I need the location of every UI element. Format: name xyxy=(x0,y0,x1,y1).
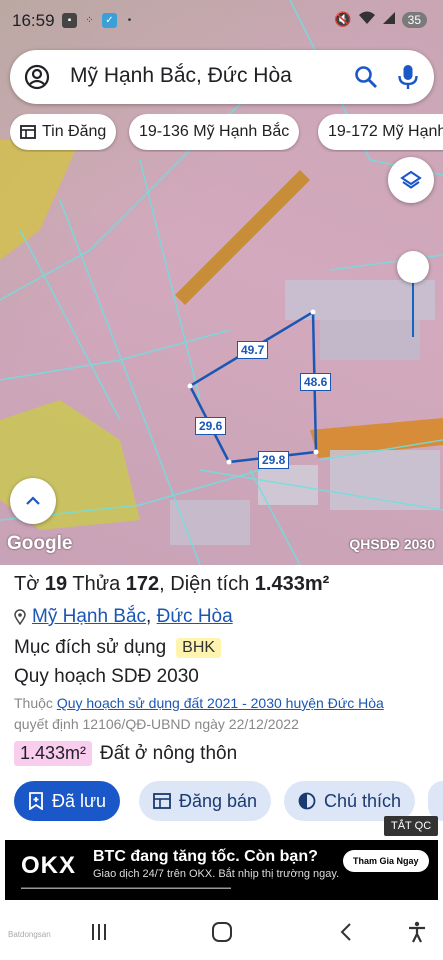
opacity-slider-track[interactable] xyxy=(412,275,414,337)
ad-subtitle: Giao dịch 24/7 trên OKX. Bắt nhịp thị tr… xyxy=(93,868,340,880)
chevron-up-icon xyxy=(26,496,40,505)
saved-button[interactable]: Đã lưu xyxy=(14,781,121,821)
chip-label: 19-136 Mỹ Hạnh Bắc xyxy=(139,123,290,140)
plot-number: 172 xyxy=(125,573,160,595)
parcel-edge-label: 48.6 xyxy=(300,373,332,391)
plot-prefix: Thửa xyxy=(72,573,121,595)
plan-link[interactable]: Quy hoạch sử dụng đất 2021 - 2030 huyện … xyxy=(57,695,384,711)
chip-label: Tin Đăng xyxy=(42,123,107,140)
parcel-edge-label: 29.6 xyxy=(195,417,227,435)
zone-type: Đất ở nông thôn xyxy=(100,742,238,764)
commune-link[interactable]: Mỹ Hạnh Bắc xyxy=(32,606,146,627)
ad-cta-button[interactable]: Tham Gia Ngay xyxy=(343,850,429,872)
plan-title: Quy hoạch SDĐ 2030 xyxy=(14,666,199,687)
purpose-label: Mục đích sử dụng xyxy=(14,637,167,658)
accessibility-icon[interactable] xyxy=(405,920,429,944)
sheet-number: 19 xyxy=(44,573,68,595)
sheet-prefix: Tờ xyxy=(14,573,40,595)
zone-row: 1.433m² Đất ở nông thôn xyxy=(14,741,237,766)
filter-chips: Tin Đăng 19-136 Mỹ Hạnh Bắc 19-172 Mỹ Hạ… xyxy=(10,114,443,152)
parcel-edge-label: 29.8 xyxy=(258,451,290,469)
post-sale-button[interactable]: Đăng bán xyxy=(139,781,272,821)
chip-label: 19-172 Mỹ Hạnh Bắc xyxy=(328,123,443,140)
legend-label: Chú thích xyxy=(324,790,402,811)
saved-label: Đã lưu xyxy=(52,790,107,811)
plan-decision: quyết định 12106/QĐ-UBND ngày 22/12/2022 xyxy=(14,716,299,732)
zone-area-badge: 1.433m² xyxy=(14,741,93,766)
status-time: 16:59 xyxy=(12,11,55,30)
more-button[interactable] xyxy=(428,781,443,821)
back-icon[interactable] xyxy=(335,920,359,944)
map-layer-code: QHSDĐ 2030 xyxy=(349,536,435,552)
ad-banner[interactable]: OKX BTC đang tăng tốc. Còn bạn? Giao dịc… xyxy=(5,840,438,900)
layers-button[interactable] xyxy=(388,157,434,203)
table-icon xyxy=(153,793,171,809)
recent-apps-icon[interactable] xyxy=(87,920,111,944)
legend-button[interactable]: Chú thích xyxy=(284,781,416,821)
search-input[interactable]: Mỹ Hạnh Bắc, Đức Hòa xyxy=(70,64,292,88)
post-sale-label: Đăng bán xyxy=(179,790,258,811)
notification-icons: ▪ ⁘ ✓ • xyxy=(62,13,137,28)
wifi-icon xyxy=(358,11,376,28)
chip-parcel[interactable]: 19-136 Mỹ Hạnh Bắc xyxy=(129,114,300,150)
close-ads-button[interactable]: TẮT QC xyxy=(384,816,439,836)
watermark: Batdongsan xyxy=(8,930,51,939)
dot-icon: • xyxy=(127,15,132,26)
ad-fine-print: ▬▬▬▬▬▬▬▬▬▬▬▬▬▬▬▬▬▬▬▬▬▬▬▬▬▬▬▬▬▬▬▬▬▬▬▬▬▬▬▬… xyxy=(21,885,231,891)
ad-title: BTC đang tăng tốc. Còn bạn? xyxy=(93,848,318,865)
location-separator: , xyxy=(146,606,152,627)
plan-prefix: Thuộc xyxy=(14,695,53,711)
battery-indicator: 35 xyxy=(401,11,427,28)
purpose-code-badge: BHK xyxy=(176,638,222,658)
account-icon[interactable] xyxy=(24,64,50,90)
check-notification-icon: ✓ xyxy=(102,13,117,28)
bookmark-add-icon xyxy=(29,792,43,810)
location-pin-icon xyxy=(14,609,26,625)
parcel-edge-label: 49.7 xyxy=(237,341,269,359)
ad-logo: OKX xyxy=(21,852,77,879)
map-view[interactable]: 49.7 48.6 29.6 29.8 16:59 ▪ ⁘ ✓ • 🔇 35 M… xyxy=(0,0,443,565)
parcel-summary: Tờ 19 Thửa 172, Diện tích 1.433m² xyxy=(14,573,329,596)
expand-panel-button[interactable] xyxy=(10,478,56,524)
search-bar[interactable]: Mỹ Hạnh Bắc, Đức Hòa xyxy=(10,50,434,104)
status-bar: 16:59 ▪ ⁘ ✓ • 🔇 35 xyxy=(0,0,443,44)
chip-parcel[interactable]: 19-172 Mỹ Hạnh Bắc xyxy=(318,114,443,150)
layers-icon xyxy=(400,170,422,189)
chip-listings[interactable]: Tin Đăng xyxy=(10,114,117,150)
parcel-location: Mỹ Hạnh Bắc, Đức Hòa xyxy=(14,606,233,628)
search-icon[interactable] xyxy=(353,64,379,90)
district-link[interactable]: Đức Hòa xyxy=(157,606,233,627)
parcel-info-panel: Tờ 19 Thửa 172, Diện tích 1.433m² Mỹ Hạn… xyxy=(0,565,443,840)
app-notification-icon: ▪ xyxy=(62,13,77,28)
microphone-icon[interactable] xyxy=(395,63,421,91)
mute-icon: 🔇 xyxy=(334,11,352,27)
land-use-purpose: Mục đích sử dụng BHK xyxy=(14,637,222,659)
system-nav-bar xyxy=(0,904,443,960)
parcel-area: 1.433m² xyxy=(254,573,330,595)
signal-icon xyxy=(382,11,396,28)
plan-reference: Thuộc Quy hoạch sử dụng đất 2021 - 2030 … xyxy=(14,695,434,711)
google-logo: Google xyxy=(7,533,73,554)
area-prefix: , Diện tích xyxy=(159,573,250,595)
opacity-slider-handle[interactable] xyxy=(397,251,429,283)
table-icon xyxy=(20,125,36,139)
system-status: 🔇 35 xyxy=(334,11,427,28)
contrast-icon xyxy=(298,792,316,810)
grid-notification-icon: ⁘ xyxy=(85,15,94,26)
home-icon[interactable] xyxy=(210,920,234,944)
action-buttons: Đã lưu Đăng bán Chú thích xyxy=(14,781,443,821)
